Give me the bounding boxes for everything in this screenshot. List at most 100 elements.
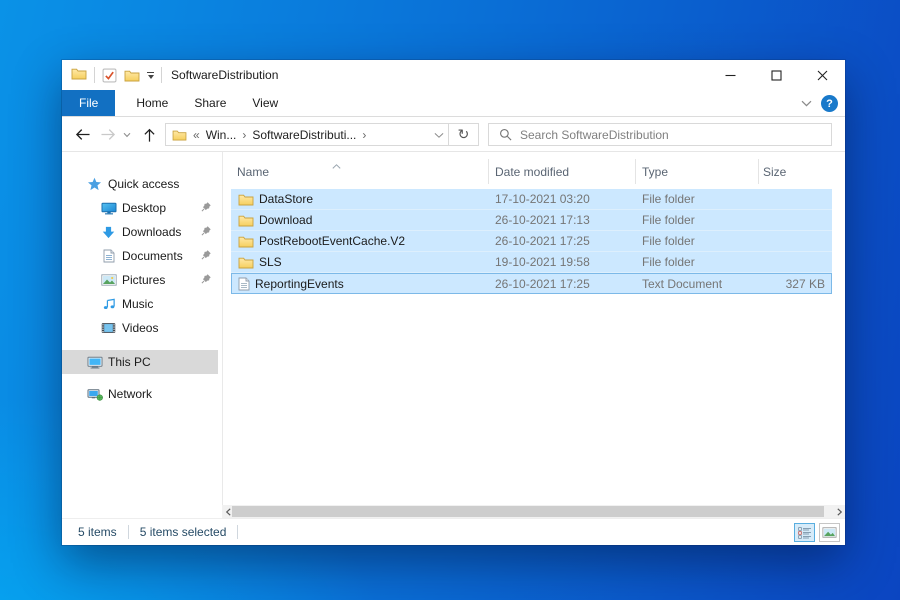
close-button[interactable]: [799, 60, 845, 90]
chevron-down-icon: [801, 100, 812, 107]
file-row-download[interactable]: Download 26-10-2021 17:13 File folder: [231, 210, 832, 231]
breadcrumb-separator[interactable]: ›: [242, 128, 246, 142]
column-divider[interactable]: [488, 159, 489, 184]
explorer-window: SoftwareDistribution File Home Share Vie…: [62, 60, 845, 545]
view-toggle-buttons: [794, 523, 840, 542]
music-icon: [100, 298, 117, 311]
title-bar[interactable]: SoftwareDistribution: [62, 60, 845, 90]
spacer: [62, 374, 222, 382]
folder-icon: [172, 129, 187, 141]
file-list-pane: Name Date modified Type Size DataStore 1…: [222, 152, 845, 518]
sidebar-item-pictures[interactable]: Pictures: [62, 268, 222, 292]
file-rows: DataStore 17-10-2021 03:20 File folder D…: [231, 189, 832, 294]
sidebar-item-this-pc[interactable]: This PC: [62, 350, 218, 374]
tab-share[interactable]: Share: [181, 90, 239, 116]
column-header-type[interactable]: Type: [642, 165, 668, 179]
breadcrumb-segment[interactable]: Win...: [206, 128, 237, 142]
thumbnails-view-button[interactable]: [819, 523, 840, 542]
details-view-button[interactable]: [794, 523, 815, 542]
refresh-button[interactable]: ↻: [449, 124, 478, 145]
file-row-reportingevents[interactable]: ReportingEvents 26-10-2021 17:25 Text Do…: [231, 273, 832, 294]
properties-button[interactable]: [102, 68, 117, 83]
column-divider[interactable]: [758, 159, 759, 184]
network-icon: [86, 388, 103, 401]
close-icon: [817, 70, 828, 81]
folder-icon: [238, 193, 254, 206]
sidebar-item-desktop[interactable]: Desktop: [62, 196, 222, 220]
quick-access-star-icon: [86, 177, 103, 191]
minimize-button[interactable]: [707, 60, 753, 90]
quick-access-toolbar: [62, 67, 162, 83]
refresh-icon: ↻: [458, 127, 470, 143]
file-row-datastore[interactable]: DataStore 17-10-2021 03:20 File folder: [231, 189, 832, 210]
search-icon: [499, 128, 512, 141]
sidebar-item-quick-access[interactable]: Quick access: [62, 172, 222, 196]
forward-button[interactable]: [96, 117, 120, 152]
desktop-background: SoftwareDistribution File Home Share Vie…: [0, 0, 900, 600]
forward-arrow-icon: [100, 127, 117, 142]
tab-file[interactable]: File: [62, 90, 115, 116]
back-arrow-icon: [74, 127, 91, 142]
horizontal-scrollbar[interactable]: [222, 505, 845, 518]
breadcrumb-separator[interactable]: ›: [362, 128, 366, 142]
status-bar: 5 items 5 items selected: [62, 518, 845, 545]
up-arrow-icon: [142, 127, 157, 143]
column-header-date-modified[interactable]: Date modified: [495, 165, 569, 179]
new-folder-button[interactable]: [124, 69, 140, 82]
tab-home[interactable]: Home: [123, 90, 181, 116]
sidebar-item-downloads[interactable]: Downloads: [62, 220, 222, 244]
pin-icon: [201, 201, 212, 215]
qat-dropdown-icon: [147, 72, 154, 73]
tab-view[interactable]: View: [239, 90, 291, 116]
column-header-row: Name Date modified Type Size: [222, 158, 845, 185]
documents-icon: [100, 249, 117, 263]
minimize-icon: [725, 70, 736, 81]
column-header-size[interactable]: Size: [763, 165, 786, 179]
explorer-folder-icon: [71, 67, 87, 83]
divider: [161, 67, 162, 83]
sort-ascending-icon: [332, 158, 341, 172]
selected-count: 5 items selected: [140, 525, 227, 539]
maximize-icon: [771, 70, 782, 81]
folder-icon: [238, 214, 254, 227]
file-row-postrebooteventcache[interactable]: PostRebootEventCache.V2 26-10-2021 17:25…: [231, 231, 832, 252]
scrollbar-thumb[interactable]: [232, 506, 824, 517]
pin-icon: [201, 249, 212, 263]
address-dropdown-button[interactable]: [434, 128, 444, 142]
desktop-icon: [100, 202, 117, 215]
recent-locations-dropdown[interactable]: [120, 117, 134, 152]
sidebar-item-videos[interactable]: Videos: [62, 316, 222, 340]
navigation-pane: Quick access Desktop Downloads Documents…: [62, 152, 222, 518]
column-header-name[interactable]: Name: [237, 165, 269, 179]
thumbnails-view-icon: [822, 527, 837, 538]
help-button[interactable]: ?: [821, 95, 838, 112]
divider: [237, 525, 238, 539]
sidebar-item-network[interactable]: Network: [62, 382, 222, 406]
scroll-right-arrow[interactable]: [833, 505, 845, 518]
items-count: 5 items: [78, 525, 117, 539]
expand-ribbon-button[interactable]: [801, 100, 812, 107]
breadcrumb-collapsed-chevron[interactable]: «: [193, 128, 200, 142]
downloads-icon: [100, 226, 117, 239]
back-button[interactable]: [70, 117, 94, 152]
customize-qat-dropdown[interactable]: [147, 72, 154, 79]
file-row-sls[interactable]: SLS 19-10-2021 19:58 File folder: [231, 252, 832, 273]
maximize-button[interactable]: [753, 60, 799, 90]
up-button[interactable]: [136, 117, 162, 152]
breadcrumb: « Win... › SoftwareDistributi... ›: [166, 128, 434, 142]
breadcrumb-segment[interactable]: SoftwareDistributi...: [252, 128, 356, 142]
properties-check-icon: [102, 68, 117, 83]
search-box[interactable]: [488, 123, 832, 146]
column-divider[interactable]: [635, 159, 636, 184]
ribbon-right-controls: ?: [801, 90, 838, 117]
sidebar-item-music[interactable]: Music: [62, 292, 222, 316]
address-bar[interactable]: « Win... › SoftwareDistributi... › ↻: [165, 123, 479, 146]
chevron-down-icon: [434, 132, 444, 139]
videos-icon: [100, 322, 117, 334]
new-folder-icon: [124, 69, 140, 82]
pin-icon: [201, 225, 212, 239]
chevron-down-icon: [123, 132, 131, 138]
details-view-icon: [798, 527, 812, 539]
search-input[interactable]: [520, 128, 831, 142]
sidebar-item-documents[interactable]: Documents: [62, 244, 222, 268]
